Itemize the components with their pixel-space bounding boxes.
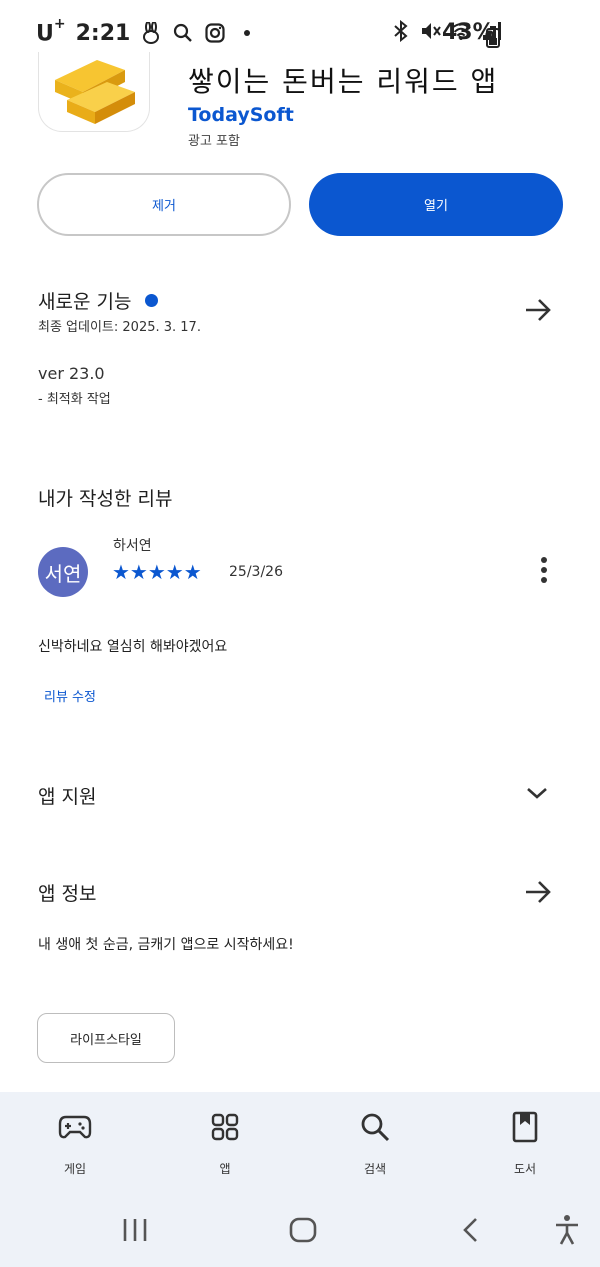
about-app-title[interactable]: 앱 정보	[38, 879, 96, 906]
changelog-text: - 최적화 작업	[38, 392, 111, 407]
whats-new-arrow-icon[interactable]	[524, 298, 552, 322]
nav-label-apps: 앱	[219, 1162, 231, 1176]
nav-item-books[interactable]: 도서	[450, 1092, 600, 1192]
accessibility-icon[interactable]	[554, 1214, 580, 1246]
nav-item-search[interactable]: 검색	[300, 1092, 450, 1192]
about-description: 내 생애 첫 순금, 금캐기 앱으로 시작하세요!	[38, 937, 294, 953]
edit-review-link[interactable]: 리뷰 수정	[44, 686, 96, 705]
gamepad-icon	[58, 1110, 92, 1144]
new-indicator-dot	[145, 294, 159, 307]
home-icon[interactable]	[289, 1217, 317, 1243]
reviewer-name: 하서연	[113, 538, 152, 554]
back-icon[interactable]	[460, 1217, 480, 1243]
version-label: ver 23.0	[38, 364, 105, 383]
gold-bars-icon	[55, 60, 135, 124]
uninstall-button[interactable]: 제거	[37, 173, 291, 236]
rabbit-icon	[140, 22, 162, 45]
nav-item-games[interactable]: 게임	[0, 1092, 150, 1192]
about-arrow-icon[interactable]	[524, 880, 552, 904]
battery-icon	[486, 26, 500, 52]
instagram-icon	[204, 22, 226, 44]
last-updated: 최종 업데이트: 2025. 3. 17.	[38, 320, 201, 335]
mute-icon	[420, 20, 442, 42]
notification-dot-icon	[236, 22, 258, 44]
avatar: 서연	[38, 547, 88, 597]
bluetooth-icon	[390, 20, 412, 42]
book-icon	[508, 1110, 542, 1144]
category-chip[interactable]: 라이프스타일	[37, 1013, 175, 1063]
search-icon	[358, 1110, 392, 1144]
whats-new-header[interactable]: 새로운 기능	[38, 287, 159, 314]
nav-item-apps[interactable]: 앱	[150, 1092, 300, 1192]
app-header: 쌓이는 돈버는 리워드 앱 TodaySoft 광고 포함	[0, 52, 600, 156]
chevron-down-icon[interactable]	[524, 784, 550, 802]
review-date: 25/3/26	[229, 564, 283, 580]
my-review-title: 내가 작성한 리뷰	[38, 488, 173, 510]
bottom-nav: 게임 앱 검색 도서	[0, 1092, 600, 1192]
app-icon	[38, 52, 150, 132]
whats-new-title: 새로운 기능	[38, 291, 132, 313]
recent-apps-icon[interactable]	[122, 1218, 148, 1242]
status-bar: U+ 2:21 43%	[0, 0, 600, 56]
nav-label-search: 검색	[363, 1162, 387, 1176]
developer-link[interactable]: TodaySoft	[188, 104, 294, 126]
apps-grid-icon	[208, 1110, 242, 1144]
more-options-icon[interactable]	[538, 557, 550, 587]
carrier-label: U+	[36, 16, 66, 47]
system-nav-bar	[0, 1192, 600, 1267]
nav-label-games: 게임	[63, 1162, 87, 1176]
clock: 2:21	[75, 20, 131, 46]
star-rating: ★★★★★	[112, 560, 202, 584]
status-left: U+ 2:21	[36, 16, 258, 47]
ads-label: 광고 포함	[188, 134, 240, 149]
nav-label-books: 도서	[513, 1162, 537, 1176]
app-support-title[interactable]: 앱 지원	[38, 782, 96, 809]
search-status-icon	[172, 22, 194, 44]
open-button[interactable]: 열기	[309, 173, 563, 236]
app-title: 쌓이는 돈버는 리워드 앱	[188, 65, 499, 98]
review-text: 신박하네요 열심히 해봐야겠어요	[38, 639, 228, 655]
